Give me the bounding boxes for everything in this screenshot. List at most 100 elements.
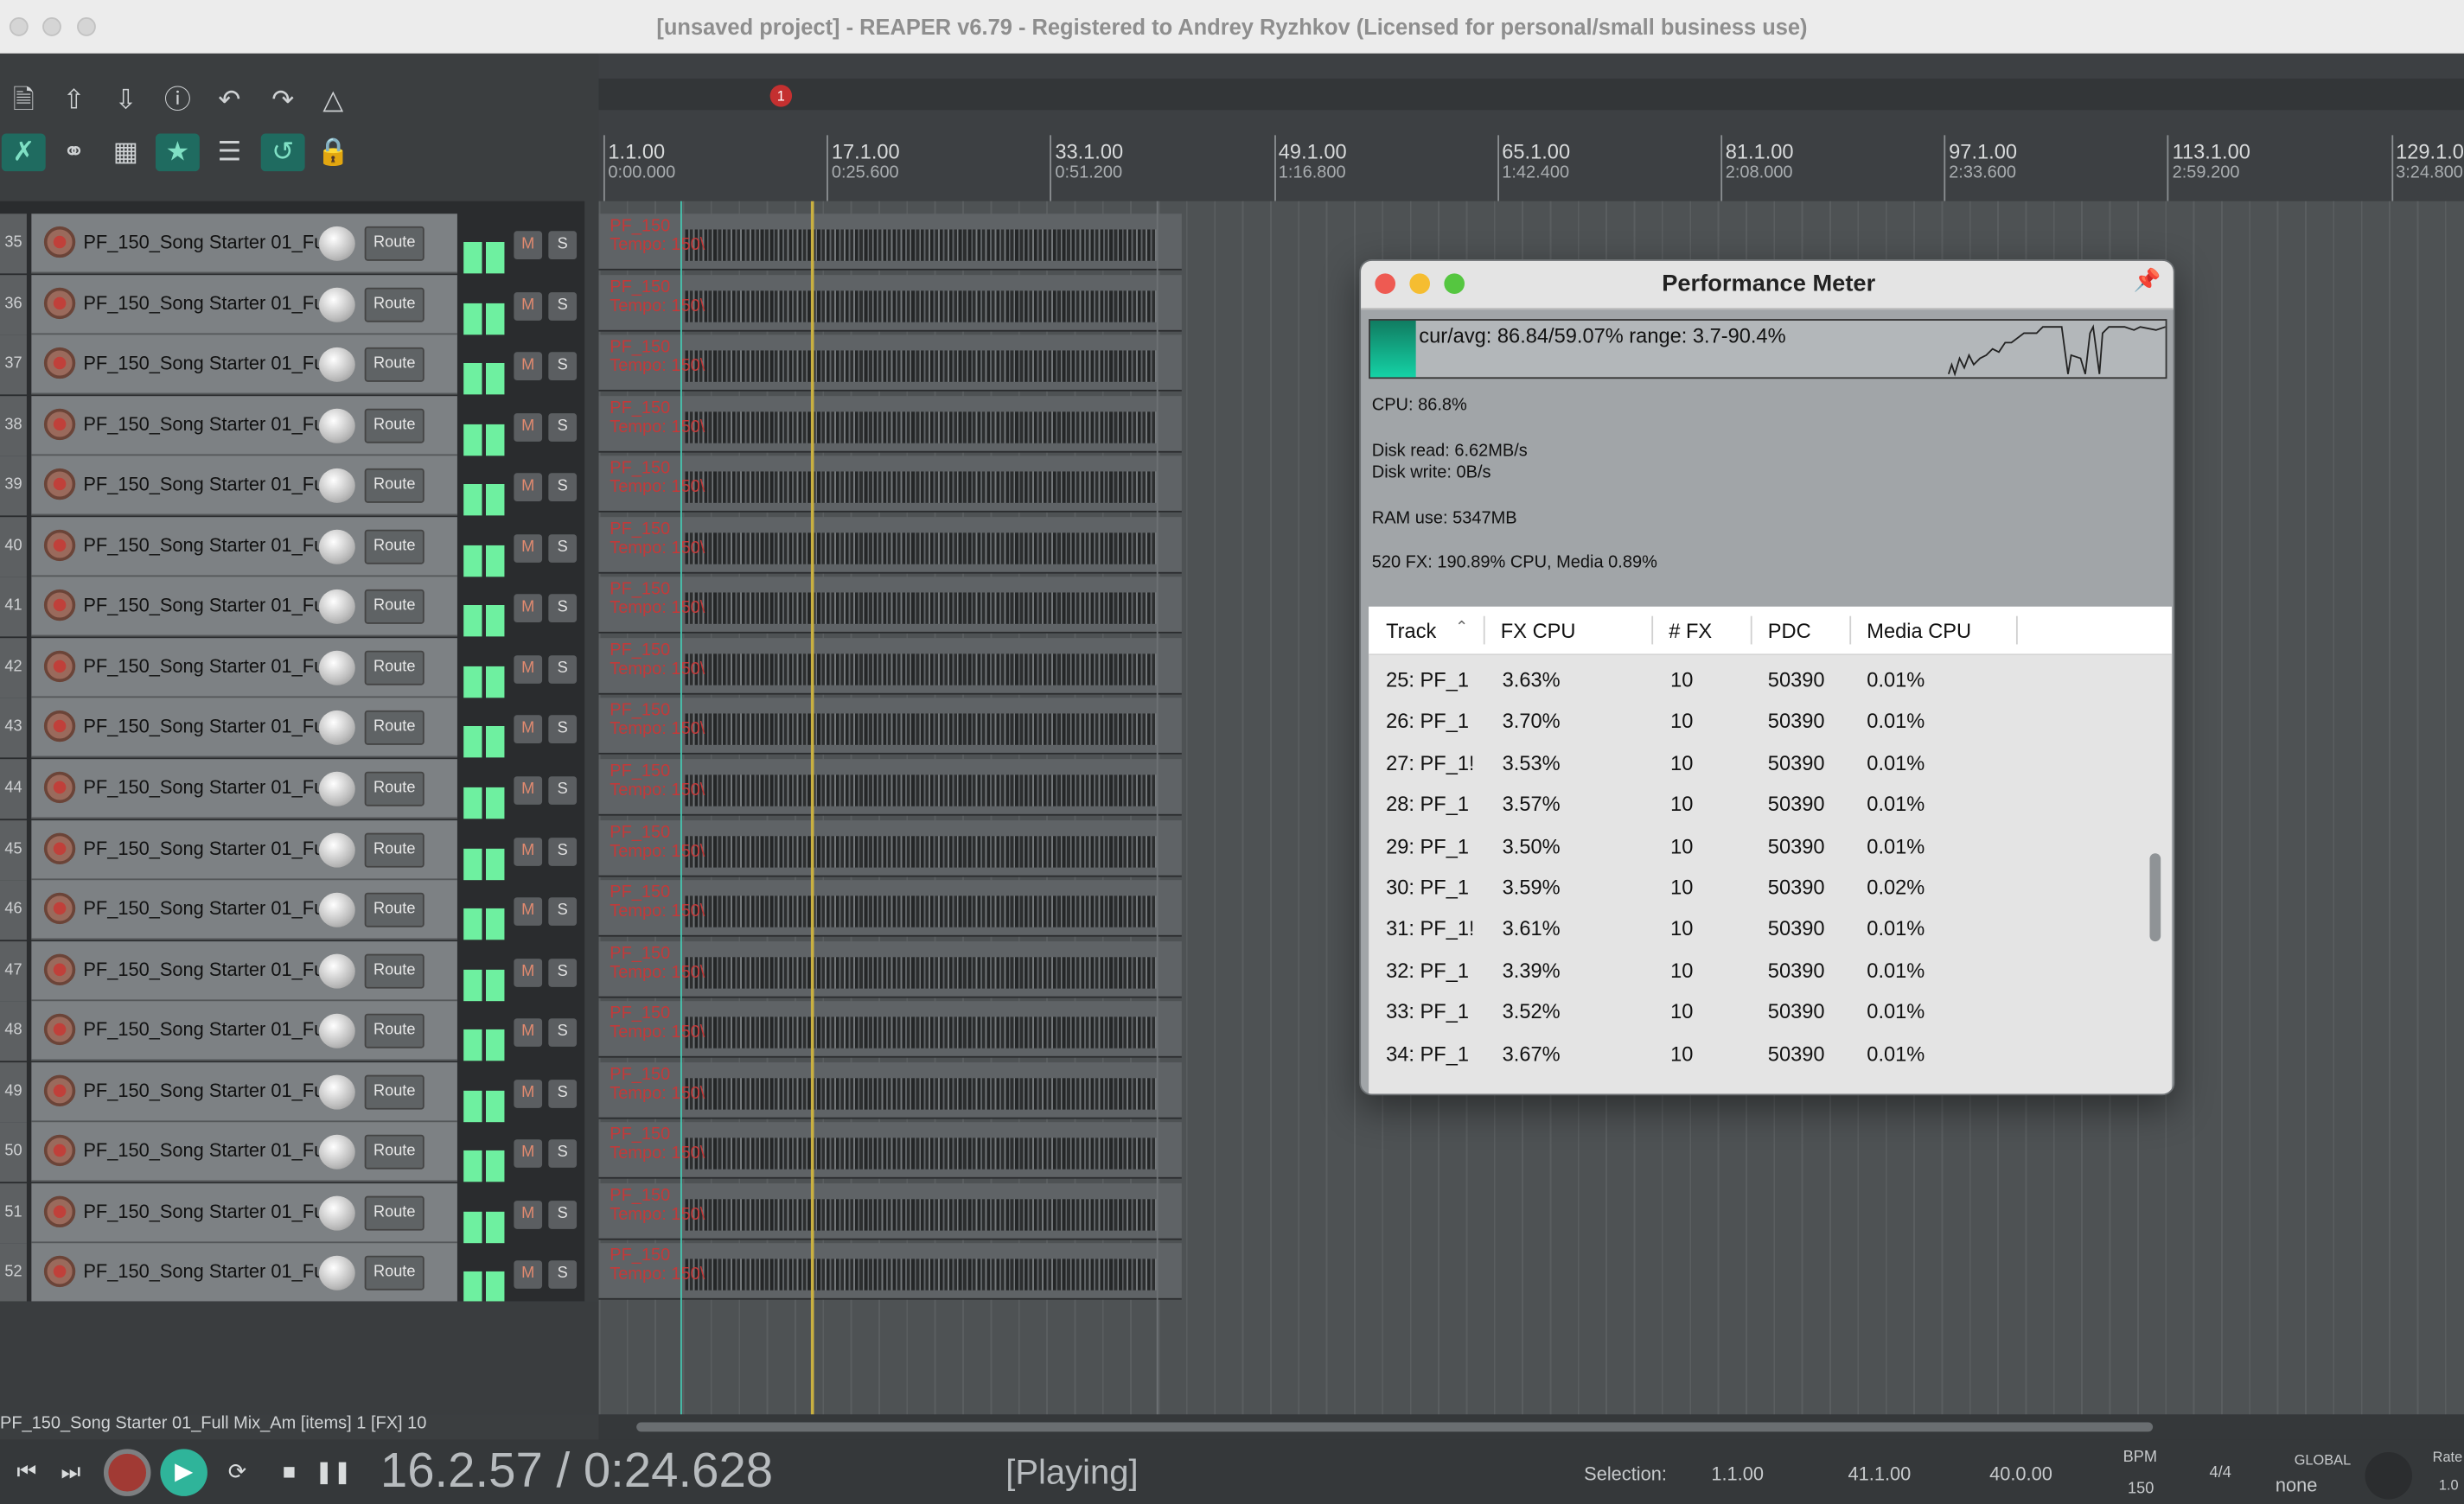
record-arm-button[interactable] xyxy=(43,832,76,864)
table-row[interactable]: 34: PF_1 3.67% 10 50390 0.01% xyxy=(1369,1034,2147,1074)
track-number[interactable]: 37 xyxy=(0,335,27,395)
media-item[interactable]: PF_150 Tempo: 150\ xyxy=(598,395,1182,452)
global-value[interactable]: none xyxy=(2276,1474,2318,1495)
track-row[interactable]: 43 PF_150_Song Starter 01_Fu Route M S xyxy=(0,698,584,759)
bpm-value[interactable]: 150 xyxy=(2128,1481,2154,1498)
record-arm-button[interactable] xyxy=(43,226,76,258)
media-item[interactable]: PF_150 Tempo: 150\ xyxy=(598,213,1182,271)
volume-knob[interactable] xyxy=(318,1135,355,1170)
media-item[interactable]: PF_150 Tempo: 150\ xyxy=(598,819,1182,876)
mute-button[interactable]: M xyxy=(514,1018,543,1048)
track-number[interactable]: 51 xyxy=(0,1182,27,1243)
mute-button[interactable]: M xyxy=(514,1260,543,1290)
column-media-cpu[interactable]: Media CPU xyxy=(1867,619,1971,642)
track-name[interactable]: PF_150_Song Starter 01_Fu xyxy=(83,1261,319,1283)
column-pdc[interactable]: PDC xyxy=(1768,619,1811,642)
track-number[interactable]: 49 xyxy=(0,1061,27,1122)
volume-knob[interactable] xyxy=(318,892,355,927)
solo-button[interactable]: S xyxy=(548,412,578,442)
table-row[interactable]: 26: PF_1 3.70% 10 50390 0.01% xyxy=(1369,702,2147,742)
track-name[interactable]: PF_150_Song Starter 01_Fu xyxy=(83,776,319,798)
info-icon[interactable]: ⓘ xyxy=(156,82,200,120)
track-panel[interactable]: PF_150_Song Starter 01_Fu Route xyxy=(31,213,457,274)
route-button[interactable]: Route xyxy=(364,408,424,443)
route-button[interactable]: Route xyxy=(364,226,424,261)
track-panel[interactable]: PF_150_Song Starter 01_Fu Route xyxy=(31,698,457,759)
route-button[interactable]: Route xyxy=(364,529,424,564)
group-icon[interactable]: ★ xyxy=(155,133,200,172)
route-button[interactable]: Route xyxy=(364,1195,424,1231)
volume-knob[interactable] xyxy=(318,953,355,988)
track-name[interactable]: PF_150_Song Starter 01_Fu xyxy=(83,958,319,979)
media-item[interactable]: PF_150 Tempo: 150\ xyxy=(598,335,1182,392)
track-row[interactable]: 48 PF_150_Song Starter 01_Fu Route M S xyxy=(0,1001,584,1061)
save-icon[interactable]: ⇧ xyxy=(52,82,96,120)
track-name[interactable]: PF_150_Song Starter 01_Fu xyxy=(83,413,319,435)
play-button[interactable]: ▶ xyxy=(160,1449,207,1496)
metronome-icon[interactable]: △ xyxy=(311,82,355,120)
track-name[interactable]: PF_150_Song Starter 01_Fu xyxy=(83,474,319,495)
rate-value[interactable]: 1.0 xyxy=(2439,1477,2459,1493)
track-panel[interactable]: PF_150_Song Starter 01_Fu Route xyxy=(31,819,457,880)
track-name[interactable]: PF_150_Song Starter 01_Fu xyxy=(83,595,319,616)
selection-length[interactable]: 40.0.00 xyxy=(1989,1463,2052,1485)
route-button[interactable]: Route xyxy=(364,1013,424,1048)
track-row[interactable]: 36 PF_150_Song Starter 01_Fu Route M S xyxy=(0,274,584,335)
record-arm-button[interactable] xyxy=(43,1256,76,1288)
table-row[interactable]: 25: PF_1 3.63% 10 50390 0.01% xyxy=(1369,660,2147,701)
mute-button[interactable]: M xyxy=(514,412,543,442)
media-item[interactable]: PF_150 Tempo: 150\ xyxy=(598,1001,1182,1058)
time-position[interactable]: 16.2.57 / 0:24.628 xyxy=(380,1443,773,1499)
solo-button[interactable]: S xyxy=(548,1018,578,1048)
solo-button[interactable]: S xyxy=(548,231,578,260)
solo-button[interactable]: S xyxy=(548,1139,578,1169)
track-number[interactable]: 35 xyxy=(0,213,27,274)
media-item[interactable]: PF_150 Tempo: 150\ xyxy=(598,1061,1182,1118)
track-number[interactable]: 44 xyxy=(0,759,27,819)
mute-button[interactable]: M xyxy=(514,1139,543,1169)
solo-button[interactable]: S xyxy=(548,837,578,865)
track-number[interactable]: 50 xyxy=(0,1122,27,1182)
track-panel[interactable]: PF_150_Song Starter 01_Fu Route xyxy=(31,637,457,698)
track-number[interactable]: 36 xyxy=(0,274,27,335)
mute-button[interactable]: M xyxy=(514,897,543,927)
track-number[interactable]: 43 xyxy=(0,698,27,759)
track-row[interactable]: 42 PF_150_Song Starter 01_Fu Route M S xyxy=(0,637,584,698)
route-button[interactable]: Route xyxy=(364,771,424,806)
record-arm-button[interactable] xyxy=(43,408,76,440)
track-row[interactable]: 41 PF_150_Song Starter 01_Fu Route M S xyxy=(0,577,584,637)
track-row[interactable]: 45 PF_150_Song Starter 01_Fu Route M S xyxy=(0,819,584,880)
record-arm-button[interactable] xyxy=(43,286,76,319)
track-panel[interactable]: PF_150_Song Starter 01_Fu Route xyxy=(31,456,457,516)
mute-button[interactable]: M xyxy=(514,352,543,381)
volume-knob[interactable] xyxy=(318,1256,355,1291)
stop-icon[interactable]: ■ xyxy=(271,1452,309,1490)
solo-button[interactable]: S xyxy=(548,1200,578,1229)
table-row[interactable]: 32: PF_1 3.39% 10 50390 0.01% xyxy=(1369,951,2147,991)
marker-lane[interactable] xyxy=(598,78,2464,111)
track-name[interactable]: PF_150_Song Starter 01_Fu xyxy=(83,1201,319,1222)
solo-button[interactable]: S xyxy=(548,897,578,927)
media-item[interactable]: PF_150 Tempo: 150\ xyxy=(598,759,1182,816)
snap-icon[interactable]: ☰ xyxy=(207,134,252,172)
track-panel[interactable]: PF_150_Song Starter 01_Fu Route xyxy=(31,1001,457,1061)
volume-knob[interactable] xyxy=(318,650,355,685)
mute-button[interactable]: M xyxy=(514,1200,543,1229)
mute-button[interactable]: M xyxy=(514,473,543,502)
grid-icon[interactable]: ▦ xyxy=(104,134,148,172)
track-panel[interactable]: PF_150_Song Starter 01_Fu Route xyxy=(31,759,457,819)
track-row[interactable]: 37 PF_150_Song Starter 01_Fu Route M S xyxy=(0,335,584,395)
column-fx-cpu[interactable]: FX CPU xyxy=(1501,619,1576,642)
rate-knob[interactable] xyxy=(2365,1452,2413,1500)
undo-icon[interactable]: ↶ xyxy=(207,82,252,120)
column-track[interactable]: Track xyxy=(1386,619,1436,642)
mute-button[interactable]: M xyxy=(514,594,543,623)
route-button[interactable]: Route xyxy=(364,347,424,382)
go-to-start-icon[interactable]: ⏮ xyxy=(8,1452,46,1490)
table-row[interactable]: 27: PF_1! 3.53% 10 50390 0.01% xyxy=(1369,743,2147,784)
track-row[interactable]: 39 PF_150_Song Starter 01_Fu Route M S xyxy=(0,456,584,516)
track-row[interactable]: 46 PF_150_Song Starter 01_Fu Route M S xyxy=(0,880,584,940)
media-item[interactable]: PF_150 Tempo: 150\ xyxy=(598,516,1182,574)
record-arm-button[interactable] xyxy=(43,892,76,925)
track-name[interactable]: PF_150_Song Starter 01_Fu xyxy=(83,1080,319,1101)
